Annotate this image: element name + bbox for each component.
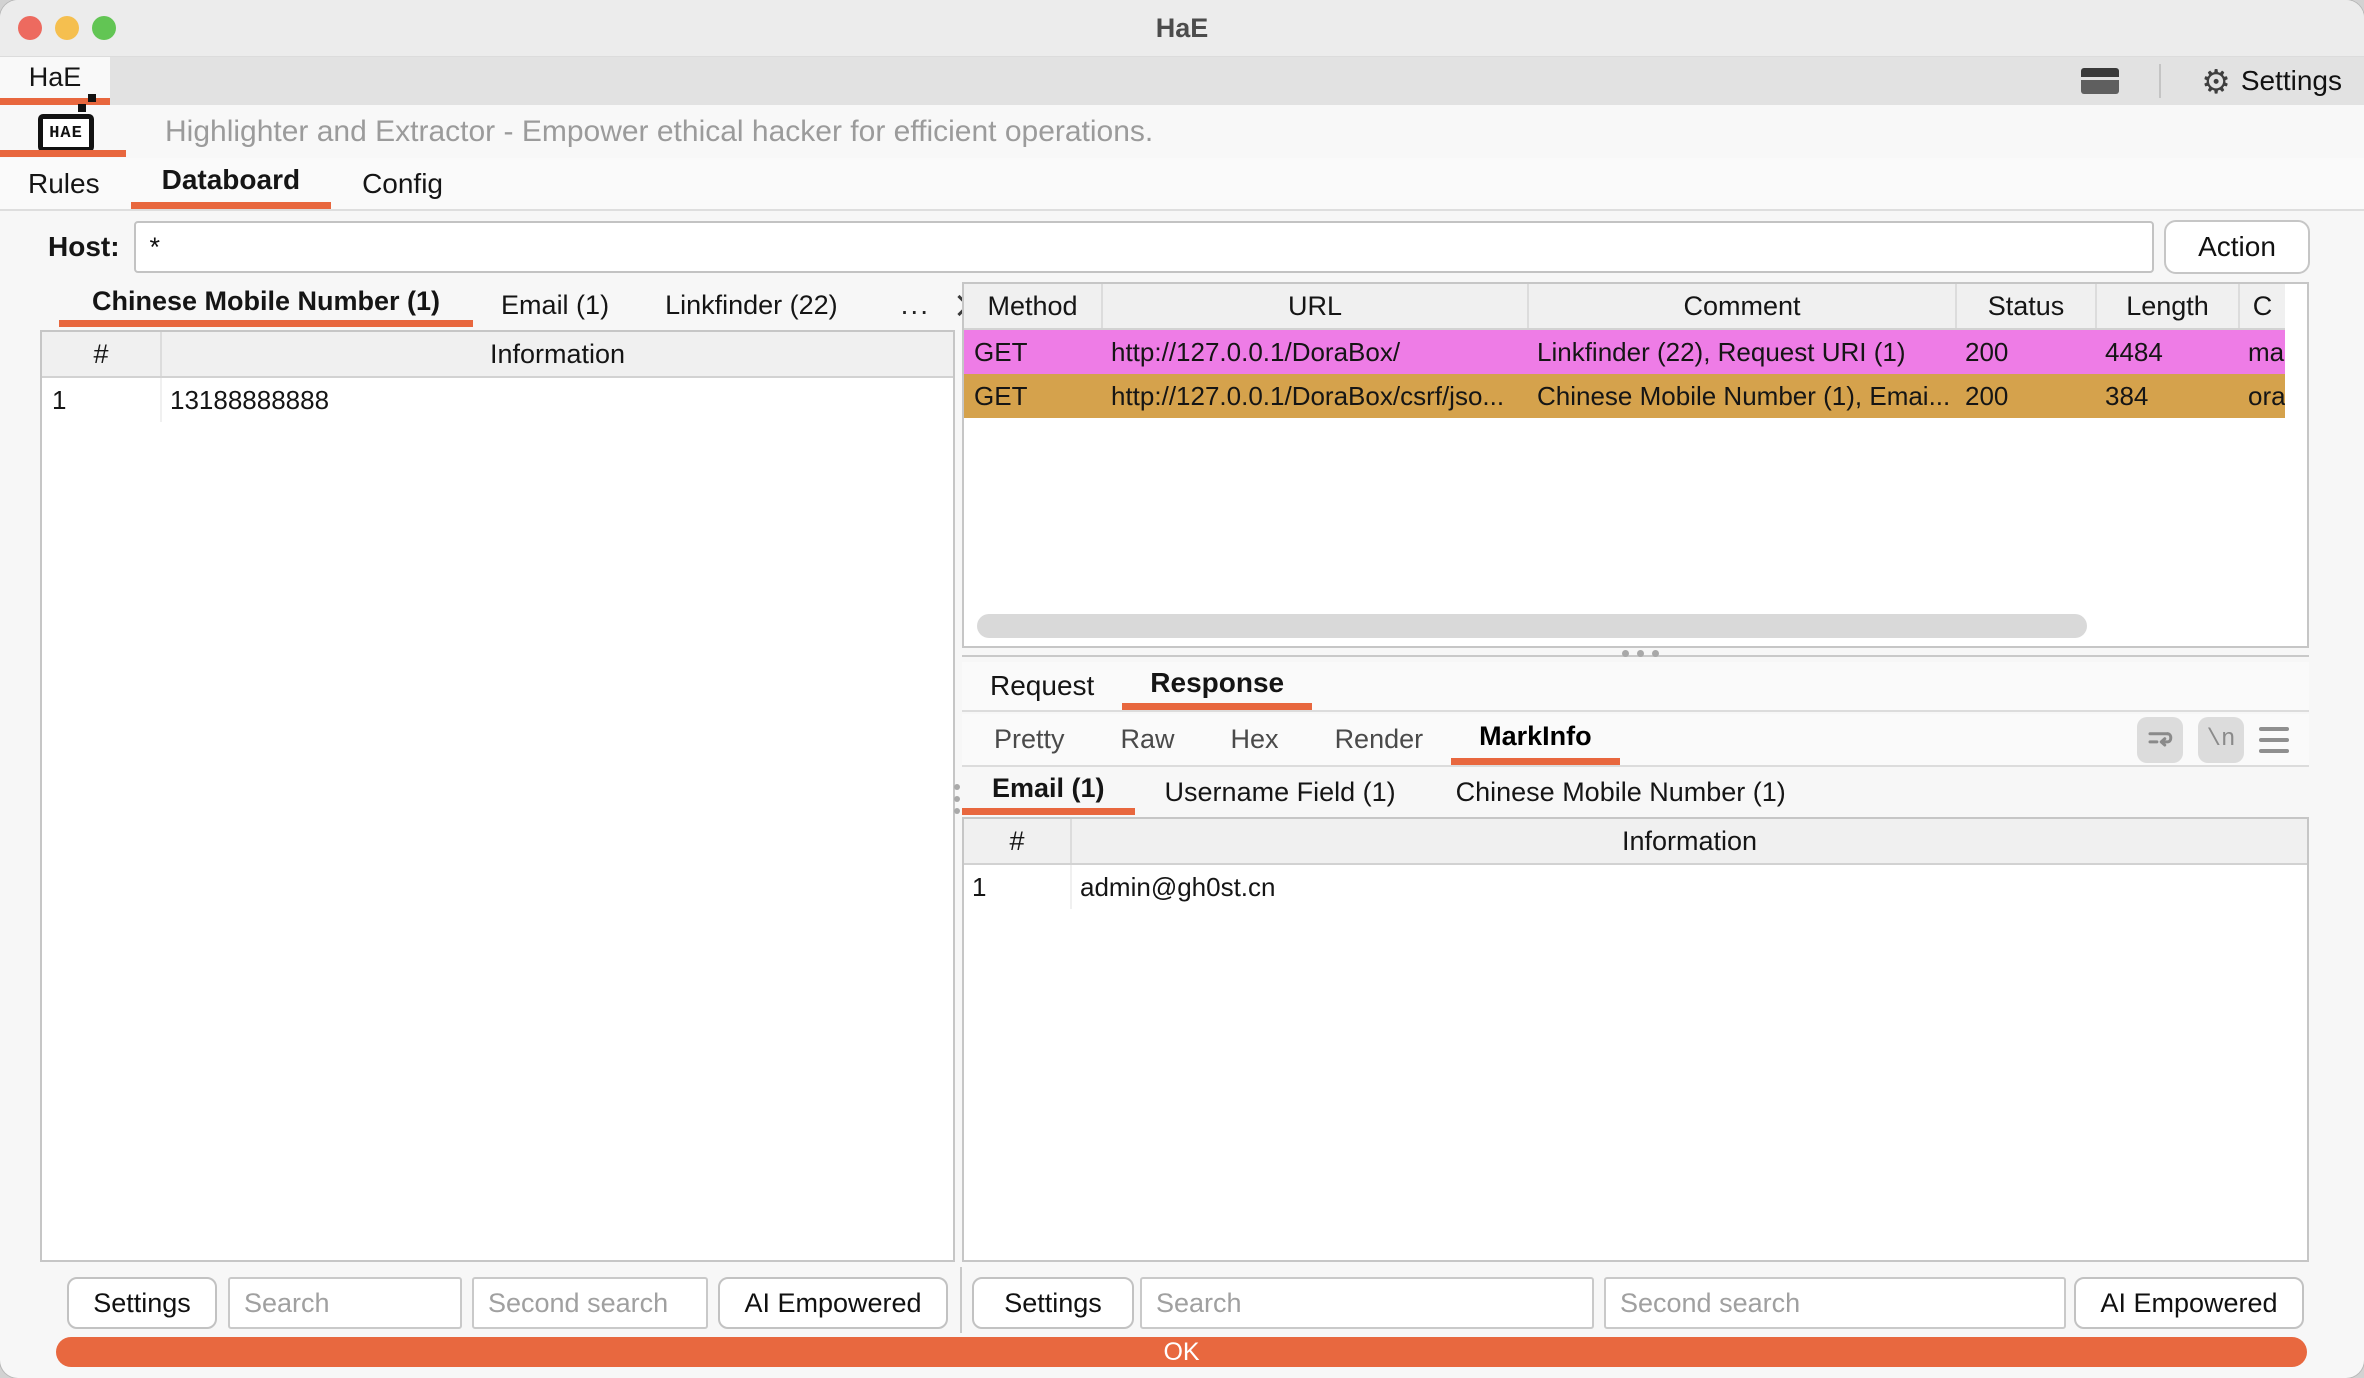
tab-config[interactable]: Config [331, 158, 474, 209]
column-header-method[interactable]: Method [964, 284, 1103, 328]
action-button[interactable]: Action [2164, 220, 2310, 274]
cell-length: 4484 [2097, 330, 2240, 374]
column-header-information[interactable]: Information [1072, 819, 2307, 863]
newline-icon: \n [2207, 726, 2236, 753]
cell-status: 200 [1957, 330, 2097, 374]
vertical-splitter-handle-icon[interactable] [954, 784, 960, 814]
ext-strip-right: ⚙ Settings [2081, 57, 2364, 105]
markinfo-category-tabs: Email (1) Username Field (1) Chinese Mob… [962, 769, 2309, 815]
tab-chinese-mobile-number-result[interactable]: Chinese Mobile Number (1) [1426, 769, 1816, 815]
right-ai-empowered-button[interactable]: AI Empowered [2074, 1277, 2304, 1329]
tab-raw[interactable]: Raw [1093, 714, 1203, 765]
nav-tabs: Rules Databoard Config [0, 158, 2364, 211]
tab-chinese-mobile-number[interactable]: Chinese Mobile Number (1) [59, 283, 473, 327]
table-row[interactable]: 1 13188888888 [42, 378, 953, 422]
cell-url: http://127.0.0.1/DoraBox/csrf/jso... [1103, 374, 1529, 418]
banner-subtitle: Highlighter and Extractor - Empower ethi… [165, 105, 1153, 158]
table-header: # Information [42, 332, 953, 378]
cell-method: GET [964, 374, 1103, 418]
logo-pixel-icon [78, 104, 86, 112]
left-second-search-input[interactable] [472, 1277, 708, 1329]
cell-method: GET [964, 330, 1103, 374]
hae-logo-text: HAE [49, 124, 83, 143]
settings-button[interactable]: ⚙ Settings [2201, 65, 2342, 98]
horizontal-scrollbar[interactable] [977, 614, 2087, 638]
column-header-url[interactable]: URL [1103, 284, 1529, 328]
word-wrap-toggle-button[interactable] [2137, 717, 2183, 763]
right-search-input[interactable] [1140, 1277, 1594, 1329]
tab-markinfo[interactable]: MarkInfo [1451, 714, 1620, 765]
tab-pretty[interactable]: Pretty [962, 714, 1093, 765]
right-second-search-input[interactable] [1604, 1277, 2066, 1329]
left-ai-empowered-button[interactable]: AI Empowered [718, 1277, 948, 1329]
cell-length: 384 [2097, 374, 2240, 418]
tab-rules[interactable]: Rules [28, 158, 131, 209]
left-results-table: # Information 1 13188888888 [40, 330, 955, 1262]
tab-username-field[interactable]: Username Field (1) [1135, 769, 1426, 815]
host-row: Host: Action [0, 213, 2364, 281]
horizontal-splitter-handle-icon[interactable] [1622, 650, 1659, 657]
tab-email-result[interactable]: Email (1) [962, 769, 1135, 815]
table-row[interactable]: 1 admin@gh0st.cn [964, 865, 2307, 909]
cell-comment: Linkfinder (22), Request URI (1) [1529, 330, 1957, 374]
column-header-color[interactable]: C [2240, 284, 2285, 328]
hae-window: HaE HaE ⚙ Settings HAE Highlighter and E… [0, 0, 2364, 1378]
logo-pixel-icon [88, 94, 96, 102]
column-header-index[interactable]: # [42, 332, 162, 376]
tab-email[interactable]: Email (1) [473, 283, 637, 327]
gear-icon: ⚙ [2201, 65, 2231, 98]
markinfo-table: # Information 1 admin@gh0st.cn [962, 817, 2309, 1262]
window-title: HaE [0, 0, 2364, 57]
left-settings-button[interactable]: Settings [67, 1277, 217, 1329]
editor-menu-icon[interactable] [2259, 727, 2289, 753]
panel-footers: Settings AI Empowered Settings AI Empowe… [0, 1277, 2364, 1331]
row-information: admin@gh0st.cn [1072, 865, 2307, 909]
show-newlines-toggle-button[interactable]: \n [2198, 717, 2244, 763]
table-header: Method URL Comment Status Length C [964, 284, 2285, 330]
left-result-tabs: Chinese Mobile Number (1) Email (1) Link… [40, 283, 1004, 327]
banner-active-underline [0, 150, 126, 157]
request-row-magenta[interactable]: GET http://127.0.0.1/DoraBox/ Linkfinder… [964, 330, 2285, 374]
requests-table: Method URL Comment Status Length C GET h… [962, 282, 2309, 648]
divider [2159, 64, 2161, 98]
tab-linkfinder[interactable]: Linkfinder (22) [637, 283, 866, 327]
cell-color: mag [2240, 330, 2285, 374]
left-search-input[interactable] [228, 1277, 462, 1329]
host-label: Host: [48, 231, 120, 263]
table-header: # Information [964, 819, 2307, 865]
tab-hex[interactable]: Hex [1203, 714, 1307, 765]
tab-render[interactable]: Render [1307, 714, 1452, 765]
cell-comment: Chinese Mobile Number (1), Emai... [1529, 374, 1957, 418]
tab-response[interactable]: Response [1122, 662, 1312, 710]
row-information: 13188888888 [162, 378, 953, 422]
cell-url: http://127.0.0.1/DoraBox/ [1103, 330, 1529, 374]
titlebar: HaE [0, 0, 2364, 57]
row-index: 1 [42, 378, 162, 422]
extension-tab-strip: HaE ⚙ Settings [0, 57, 2364, 105]
row-index: 1 [964, 865, 1072, 909]
cell-color: orar [2240, 374, 2285, 418]
word-wrap-icon [2145, 725, 2175, 755]
cell-status: 200 [1957, 374, 2097, 418]
tab-request[interactable]: Request [962, 662, 1122, 710]
settings-label: Settings [2241, 65, 2342, 97]
tab-overflow-ellipsis[interactable]: ... [901, 289, 930, 321]
column-header-length[interactable]: Length [2097, 284, 2240, 328]
hae-logo: HAE [38, 114, 94, 152]
right-settings-button[interactable]: Settings [972, 1277, 1134, 1329]
response-view-tabs: Pretty Raw Hex Render MarkInfo \n [962, 714, 2309, 767]
status-ok-label: OK [1163, 1338, 1199, 1367]
request-row-orange[interactable]: GET http://127.0.0.1/DoraBox/csrf/jso...… [964, 374, 2285, 418]
column-header-status[interactable]: Status [1957, 284, 2097, 328]
layout-panel-icon[interactable] [2081, 68, 2119, 94]
message-editor-tabs: Request Response [962, 662, 2309, 712]
column-header-comment[interactable]: Comment [1529, 284, 1957, 328]
tab-databoard[interactable]: Databoard [131, 158, 331, 209]
editor-toolbar-icons: \n [2137, 714, 2309, 765]
column-header-information[interactable]: Information [162, 332, 953, 376]
status-bar[interactable]: OK [56, 1337, 2307, 1367]
host-input[interactable] [134, 221, 2154, 273]
footer-divider [960, 1267, 962, 1333]
column-header-index[interactable]: # [964, 819, 1072, 863]
